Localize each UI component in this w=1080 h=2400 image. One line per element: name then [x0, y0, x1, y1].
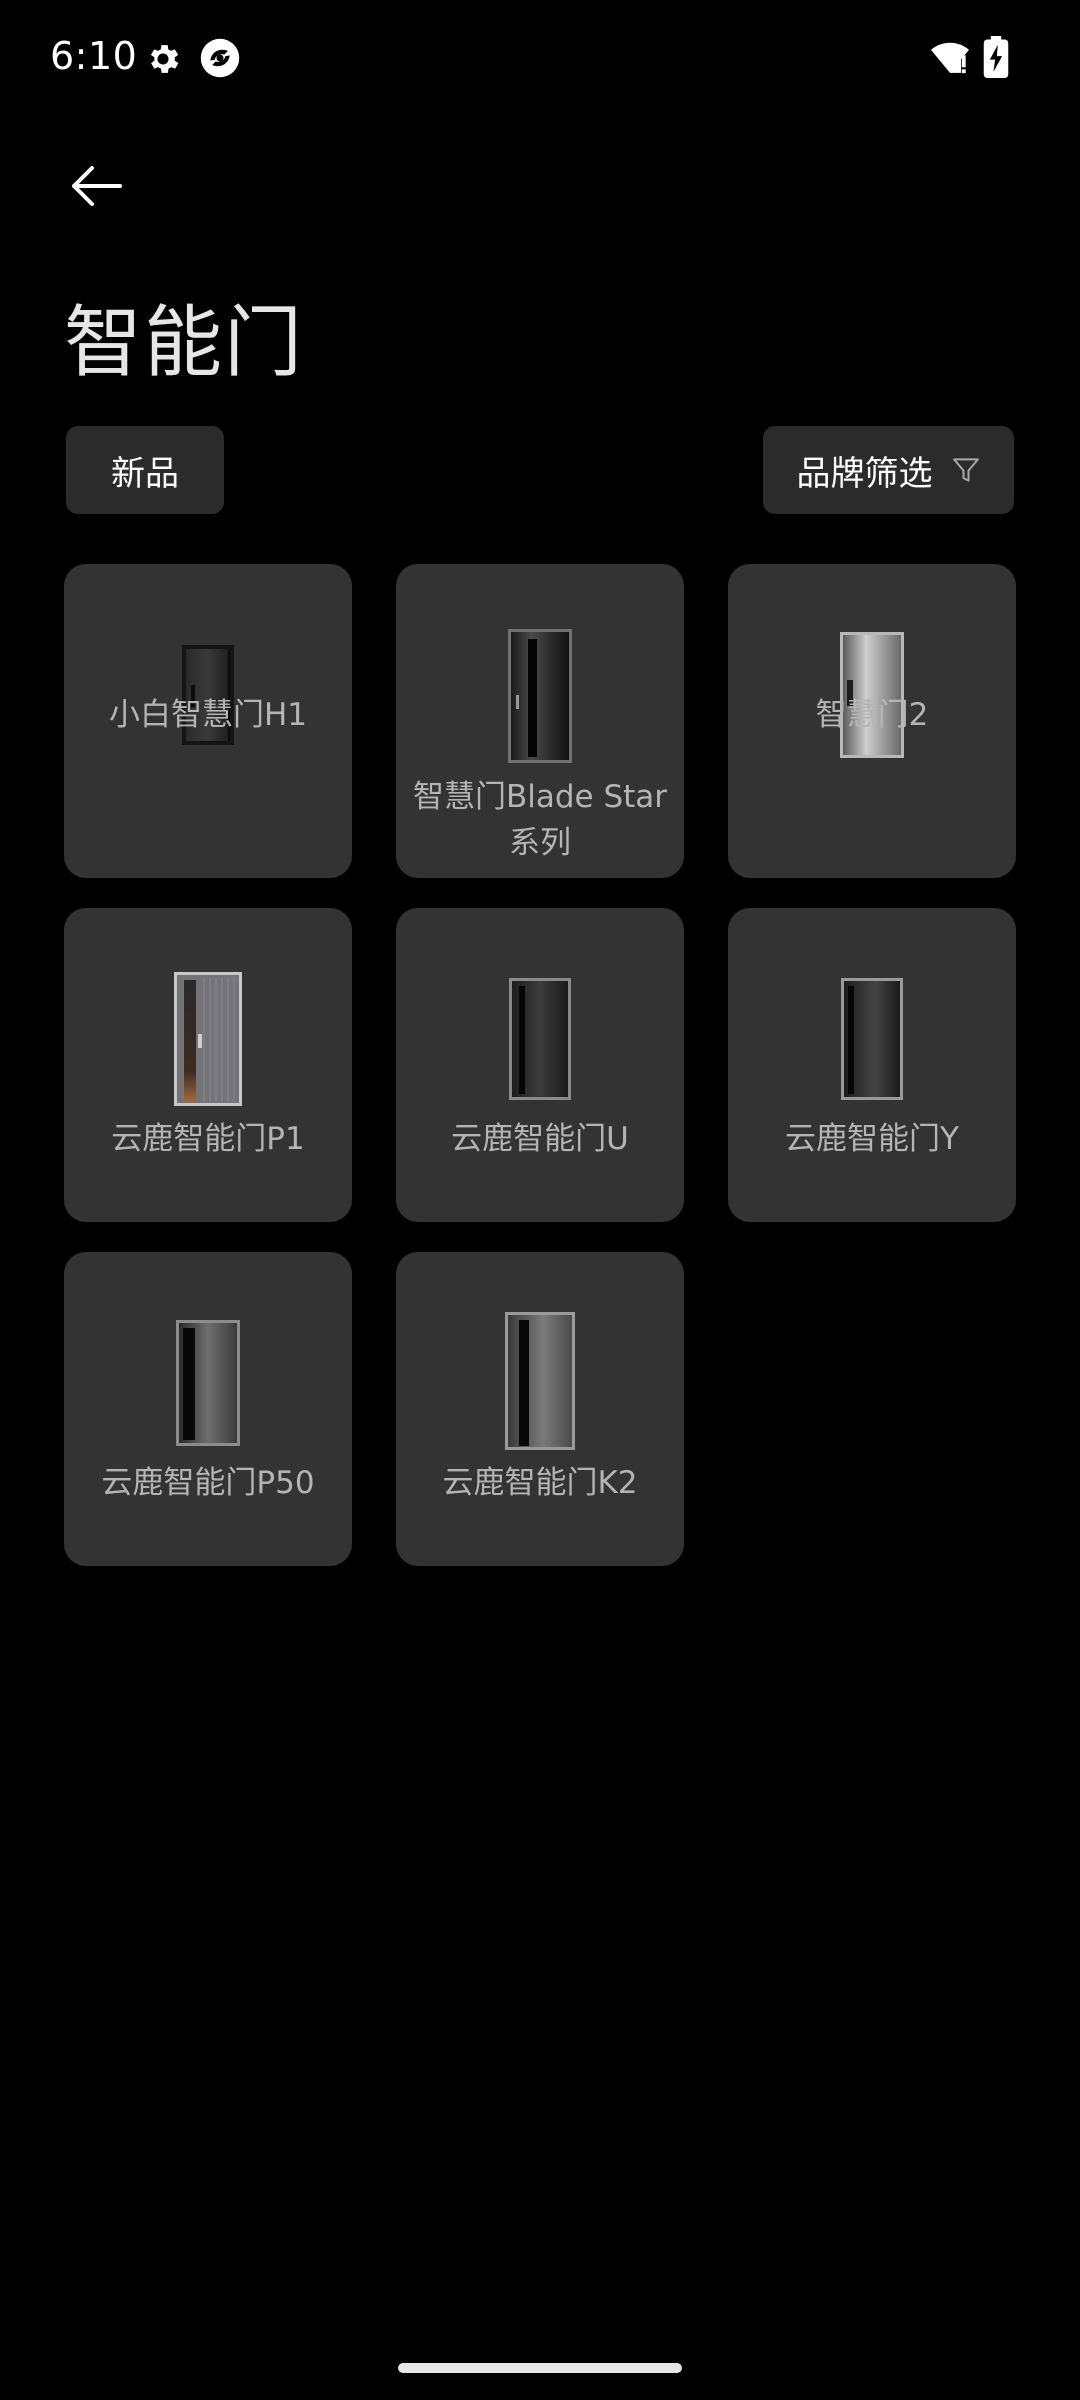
door-image [841, 978, 903, 1100]
product-name: 云鹿智能门U [451, 1121, 629, 1157]
brand-filter-label: 品牌筛选 [796, 453, 933, 494]
door-image [174, 972, 242, 1106]
product-name: 云鹿智能门Y [785, 1121, 959, 1157]
status-bar: 6:10 [0, 0, 1080, 120]
gear-icon [150, 45, 179, 73]
product-card[interactable]: 云鹿智能门K2 [396, 1252, 684, 1566]
product-card[interactable]: 云鹿智能门P50 [64, 1252, 352, 1566]
door-image [509, 978, 571, 1100]
status-time: 6:10 [50, 34, 138, 78]
product-card[interactable]: 智慧门Blade Star系列 [396, 564, 684, 878]
funnel-icon [952, 458, 979, 482]
page-title: 智能门 [64, 298, 305, 388]
product-name: 云鹿智能门P50 [101, 1465, 315, 1501]
battery-charging-icon [983, 36, 1009, 78]
product-card[interactable]: 云鹿智能门U [396, 908, 684, 1222]
new-products-filter-label: 新品 [111, 453, 179, 494]
home-indicator[interactable] [398, 2363, 682, 2373]
new-products-filter-button[interactable]: 新品 [66, 426, 224, 514]
arrow-left-icon [72, 166, 122, 206]
product-card[interactable]: 小白智慧门H1 [64, 564, 352, 878]
wifi-icon [931, 42, 969, 74]
product-name: 云鹿智能门P1 [111, 1121, 305, 1157]
door-image [176, 1320, 240, 1446]
door-image [505, 1312, 575, 1450]
product-card[interactable]: 智慧门2 [728, 564, 1016, 878]
product-name: 智慧门Blade Star系列 [412, 779, 668, 861]
brand-filter-button[interactable]: 品牌筛选 [763, 426, 1014, 514]
product-card[interactable]: 云鹿智能门P1 [64, 908, 352, 1222]
product-name: 小白智慧门H1 [108, 697, 308, 733]
product-card[interactable]: 云鹿智能门Y [728, 908, 1016, 1222]
app-notification-icon [200, 38, 240, 78]
product-name: 云鹿智能门K2 [442, 1465, 638, 1501]
product-name: 智慧门2 [815, 697, 929, 733]
door-image [508, 629, 572, 763]
back-button[interactable] [60, 150, 132, 222]
screen: 6:10 智能门 新品 品牌筛选 小白智慧门H1 智慧门Blade Star系列… [0, 0, 1080, 2400]
